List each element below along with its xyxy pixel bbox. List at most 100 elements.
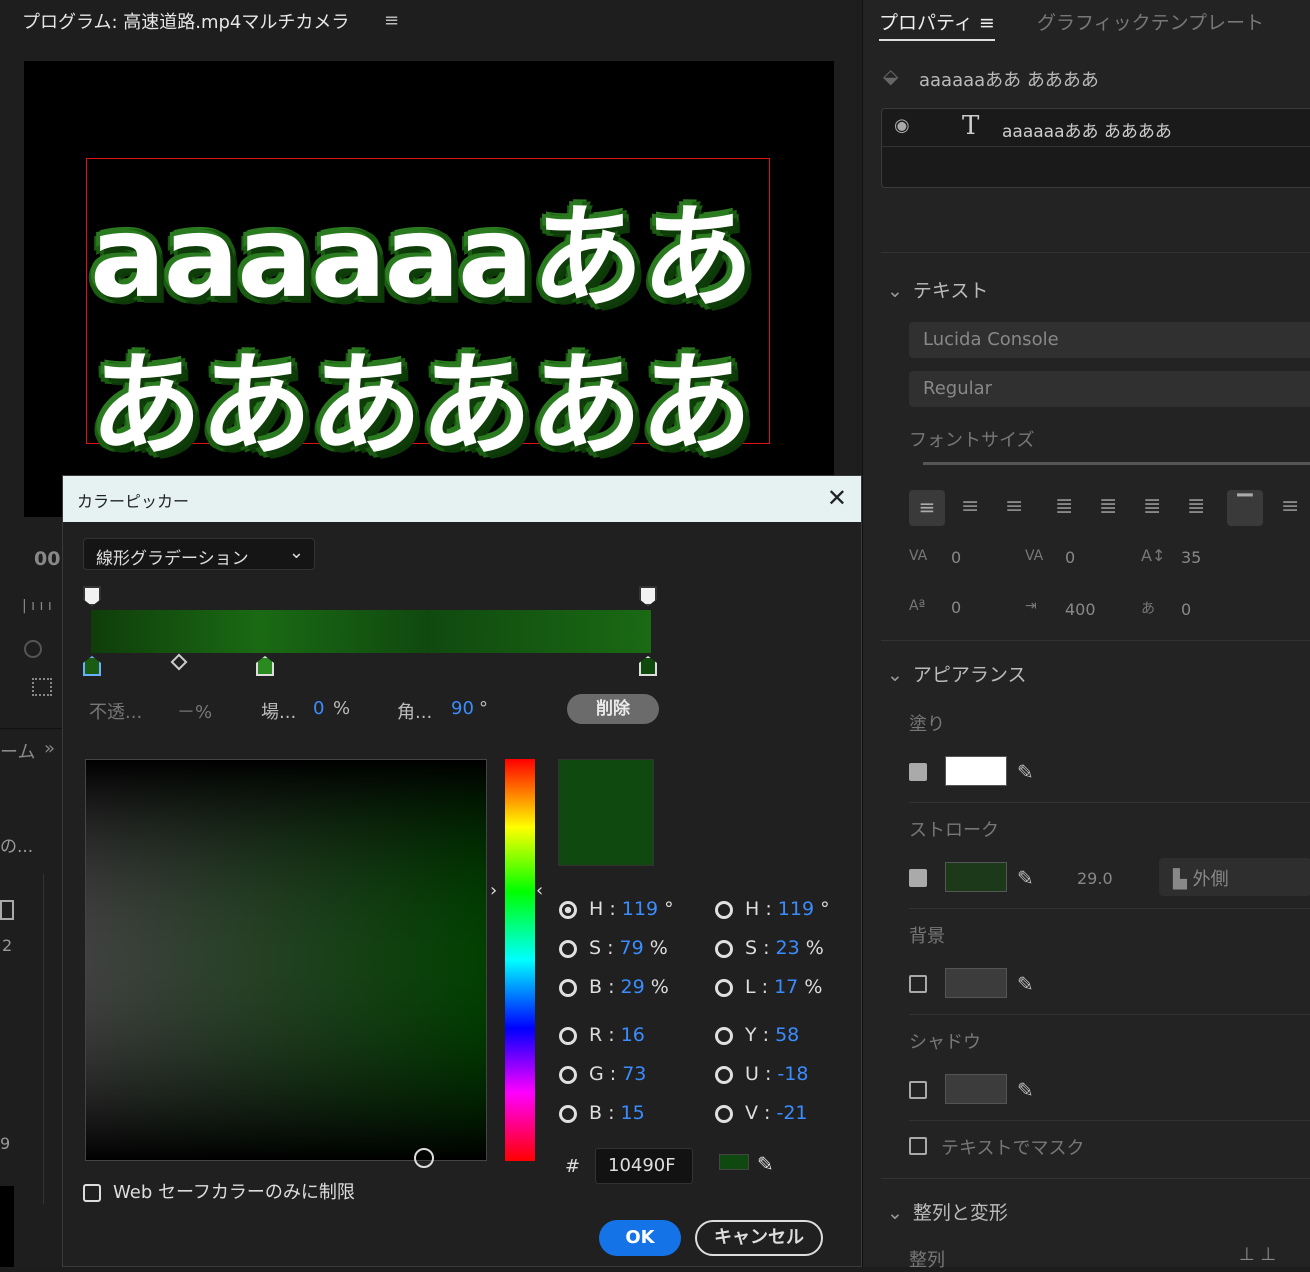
param-value[interactable]: 15: [621, 1102, 645, 1124]
param-hsl-s[interactable]: S : 23 %: [715, 937, 824, 959]
param-blue[interactable]: B : 15: [559, 1102, 645, 1124]
param-value[interactable]: -18: [777, 1063, 808, 1085]
param-v[interactable]: V : -21: [715, 1102, 808, 1124]
radio-blue[interactable]: [559, 1104, 577, 1123]
align-top-icon[interactable]: ▔: [1227, 490, 1263, 526]
baseline-value[interactable]: 0: [951, 598, 961, 617]
color-stop-right[interactable]: [639, 656, 657, 676]
color-stop-selected[interactable]: [83, 656, 101, 676]
monitor-menu-icon[interactable]: ≡: [384, 10, 399, 31]
justify-center-icon[interactable]: ≣: [1099, 494, 1117, 519]
fill-checkbox[interactable]: [909, 763, 927, 781]
param-r[interactable]: R : 16: [559, 1024, 645, 1046]
opacity-stop-left[interactable]: [83, 586, 101, 606]
param-value[interactable]: 79: [620, 937, 644, 959]
panel-tab-partial[interactable]: ーム: [0, 738, 35, 764]
opacity-value[interactable]: －%: [177, 698, 212, 724]
param-s[interactable]: S : 79 %: [559, 937, 668, 959]
angle-value[interactable]: 90: [451, 698, 474, 719]
clip-icon[interactable]: [0, 900, 14, 920]
justify-right-icon[interactable]: ≣: [1143, 494, 1161, 519]
font-style-select[interactable]: Regular: [909, 371, 1310, 407]
safe-margins-icon[interactable]: [32, 678, 52, 696]
close-icon[interactable]: ✕: [827, 484, 847, 512]
fill-color-swatch[interactable]: [945, 756, 1007, 786]
param-y[interactable]: Y : 58: [715, 1024, 799, 1046]
hex-input[interactable]: 10490F: [595, 1148, 693, 1184]
param-value[interactable]: 119: [778, 898, 814, 920]
justify-all-icon[interactable]: ≣: [1187, 494, 1205, 519]
param-value[interactable]: 119: [622, 898, 658, 920]
cancel-button[interactable]: キャンセル: [695, 1220, 823, 1256]
saturation-brightness-field[interactable]: [85, 759, 487, 1168]
param-hsl-h[interactable]: H : 119 °: [715, 898, 830, 920]
stroke-eyedropper-icon[interactable]: ✎: [1017, 866, 1034, 890]
eyedropper-icon[interactable]: ✎: [757, 1152, 774, 1176]
justify-left-icon[interactable]: ≣: [1055, 494, 1073, 519]
tsume-value[interactable]: 400: [1065, 600, 1096, 619]
websafe-checkbox[interactable]: Web セーフカラーのみに制限: [83, 1178, 355, 1204]
shadow-eyedropper-icon[interactable]: ✎: [1017, 1078, 1034, 1102]
param-value[interactable]: 23: [776, 937, 800, 959]
gradient-type-select[interactable]: 線形グラデーション ⌄: [83, 538, 315, 570]
param-h[interactable]: H : 119 °: [559, 898, 674, 920]
sb-cursor[interactable]: [414, 1148, 434, 1168]
midpoint-diamond[interactable]: [170, 653, 188, 671]
hue-slider[interactable]: [505, 759, 535, 1161]
align-left-icon[interactable]: ≡: [909, 490, 945, 526]
radio-r[interactable]: [559, 1026, 577, 1045]
stroke-checkbox[interactable]: [909, 869, 927, 887]
align-right-icon[interactable]: ≡: [1005, 494, 1023, 519]
checkbox-box[interactable]: [83, 1184, 101, 1202]
program-canvas[interactable]: aaaaaaああ ああああああ: [24, 61, 834, 517]
param-b[interactable]: B : 29 %: [559, 976, 669, 998]
radio-hsl-l[interactable]: [715, 978, 733, 997]
radio-u[interactable]: [715, 1065, 733, 1084]
tab-width-value[interactable]: 0: [1181, 600, 1191, 619]
expand-panels-icon[interactable]: »: [44, 738, 55, 759]
radio-s[interactable]: [559, 939, 577, 958]
stroke-color-swatch[interactable]: [945, 862, 1007, 892]
param-value[interactable]: -21: [776, 1102, 807, 1124]
font-size-slider[interactable]: [923, 462, 1310, 465]
panel-menu-icon[interactable]: ≡: [979, 12, 995, 34]
hue-marker-right-icon[interactable]: ‹: [536, 880, 543, 901]
mask-checkbox[interactable]: [909, 1137, 927, 1155]
align-transform-section-header[interactable]: ⌄ 整列と変形: [887, 1198, 1008, 1225]
radio-g[interactable]: [559, 1065, 577, 1084]
tab-graphic-templates[interactable]: グラフィックテンプレート: [1037, 8, 1264, 35]
gradient-bar[interactable]: [91, 610, 651, 653]
appearance-section-header[interactable]: ⌄ アピアランス: [887, 660, 1027, 687]
param-value[interactable]: 58: [775, 1024, 799, 1046]
background-checkbox[interactable]: [909, 975, 927, 993]
location-value[interactable]: 0: [313, 698, 324, 719]
radio-hsl-h[interactable]: [715, 900, 733, 919]
hue-marker-left-icon[interactable]: ›: [490, 880, 497, 901]
background-eyedropper-icon[interactable]: ✎: [1017, 972, 1034, 996]
font-family-select[interactable]: Lucida Console: [909, 322, 1310, 358]
param-g[interactable]: G : 73: [559, 1063, 646, 1085]
background-color-swatch[interactable]: [945, 968, 1007, 998]
fill-eyedropper-icon[interactable]: ✎: [1017, 760, 1034, 784]
dialog-titlebar[interactable]: カラーピッカー ✕: [63, 476, 861, 522]
eye-icon[interactable]: ◉: [894, 115, 910, 136]
ok-button[interactable]: OK: [599, 1220, 681, 1256]
playhead-handle[interactable]: [24, 640, 42, 658]
stroke-width-value[interactable]: 29.0: [1077, 869, 1113, 888]
shadow-checkbox[interactable]: [909, 1081, 927, 1099]
param-u[interactable]: U : -18: [715, 1063, 808, 1085]
radio-hsl-s[interactable]: [715, 939, 733, 958]
color-stop-middle[interactable]: [256, 656, 274, 676]
param-hsl-l[interactable]: L : 17 %: [715, 976, 822, 998]
stroke-position-select[interactable]: ▙ 外側: [1159, 858, 1310, 896]
align-objects-icon[interactable]: ⊥ ⊥: [1239, 1244, 1276, 1265]
tracking-value[interactable]: 0: [1065, 548, 1075, 567]
align-middle-icon[interactable]: ≡: [1281, 494, 1299, 519]
radio-y[interactable]: [715, 1026, 733, 1045]
opacity-stop-right[interactable]: [639, 586, 657, 606]
param-value[interactable]: 29: [621, 976, 645, 998]
param-value[interactable]: 17: [774, 976, 798, 998]
kerning-value[interactable]: 0: [951, 548, 961, 567]
text-section-header[interactable]: ⌄ テキスト: [887, 276, 988, 303]
align-center-icon[interactable]: ≡: [961, 494, 979, 519]
